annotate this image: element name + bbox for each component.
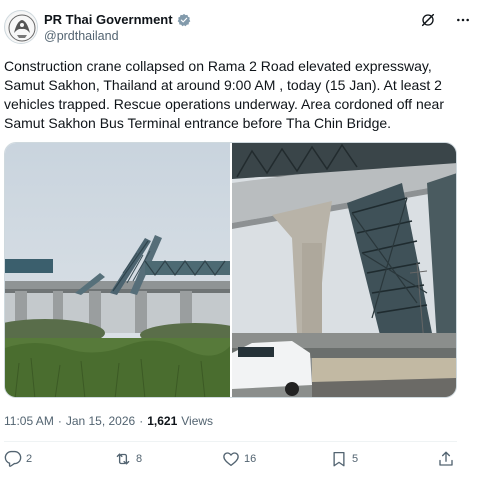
- like-count: 16: [244, 453, 257, 465]
- grok-icon[interactable]: [420, 12, 436, 28]
- reply-button[interactable]: 2: [4, 450, 32, 468]
- author-name[interactable]: PR Thai Government: [44, 12, 173, 27]
- bookmark-icon: [333, 451, 345, 467]
- reply-count: 2: [26, 453, 33, 465]
- views-label: Views: [181, 414, 214, 428]
- post-media: [4, 142, 457, 398]
- repost-button[interactable]: 8: [114, 450, 142, 468]
- post-meta: 11:05 AM · Jan 15, 2026 · 1,621 Views: [4, 414, 213, 428]
- divider: [4, 441, 457, 442]
- repost-icon: [116, 453, 130, 465]
- media-photo-1[interactable]: [5, 143, 230, 397]
- more-icon[interactable]: [454, 12, 472, 28]
- media-photo-2[interactable]: [232, 143, 456, 397]
- post-text: Construction crane collapsed on Rama 2 R…: [4, 58, 444, 131]
- crane-collapse-photo-wide: [5, 143, 230, 397]
- views-count: 1,621: [147, 414, 178, 428]
- share-icon: [439, 451, 453, 466]
- post-header: PR Thai Government @prdthailand: [4, 10, 478, 50]
- reply-icon: [4, 450, 22, 467]
- government-seal-icon: [6, 12, 37, 43]
- post-date[interactable]: Jan 15, 2026: [66, 414, 135, 428]
- share-button[interactable]: [437, 450, 455, 468]
- repost-count: 8: [136, 453, 143, 465]
- meta-separator: ·: [57, 414, 62, 428]
- verified-badge-icon: [177, 13, 190, 26]
- like-icon: [223, 452, 239, 467]
- avatar[interactable]: [4, 10, 38, 44]
- action-bar: 2 8 16 5: [4, 450, 457, 474]
- crane-collapse-photo-closeup: [232, 143, 456, 397]
- bookmark-count: 5: [352, 453, 359, 465]
- meta-separator: ·: [139, 414, 144, 428]
- post-time[interactable]: 11:05 AM: [4, 414, 54, 428]
- author-handle[interactable]: @prdthailand: [44, 29, 119, 43]
- like-button[interactable]: 16: [222, 450, 256, 468]
- bookmark-button[interactable]: 5: [330, 450, 358, 468]
